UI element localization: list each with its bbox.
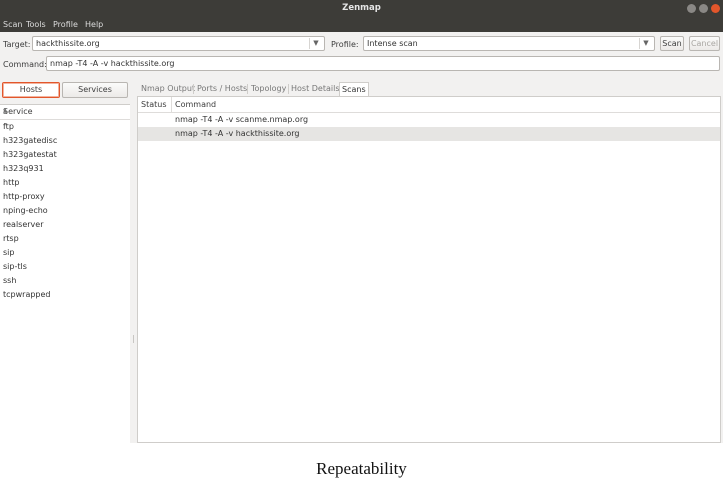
service-item-h323gatestat[interactable]: h323gatestat [0, 148, 130, 162]
target-value: hackthissite.org [36, 39, 100, 48]
tab-nmap-output[interactable]: Nmap Output [139, 82, 197, 96]
scan-button[interactable]: Scan [660, 36, 684, 51]
results-panel: Nmap Output Ports / Hosts Topology Host … [137, 80, 723, 443]
scan-command: nmap -T4 -A -v hackthissite.org [175, 129, 300, 138]
scan-row-selected[interactable]: nmap -T4 -A -v hackthissite.org [138, 127, 720, 141]
tab-host-details[interactable]: Host Details [289, 82, 342, 96]
menu-bar: Scan Tools Profile Help [0, 18, 723, 32]
service-list: Service ▲ ftp h323gatedisc h323gatestat h32… [0, 104, 130, 443]
status-column-header[interactable]: Status [141, 100, 167, 109]
hosts-button[interactable]: Hosts [2, 82, 60, 98]
maximize-icon[interactable] [699, 4, 708, 13]
scan-row[interactable]: nmap -T4 -A -v scanme.nmap.org [138, 113, 720, 127]
chevron-down-icon[interactable]: ▼ [639, 38, 652, 49]
tab-bar: Nmap Output Ports / Hosts Topology Host … [137, 80, 723, 96]
service-item-tcpwrapped[interactable]: tcpwrapped [0, 288, 130, 302]
tab-scans[interactable]: Scans [339, 82, 369, 96]
figure-caption: Repeatability [316, 459, 407, 478]
menu-tools[interactable]: Tools [26, 20, 46, 29]
service-item-ftp[interactable]: ftp [0, 120, 130, 134]
profile-label: Profile: [331, 40, 359, 49]
menu-scan[interactable]: Scan [3, 20, 22, 29]
service-item-rtsp[interactable]: rtsp [0, 232, 130, 246]
tab-ports-hosts[interactable]: Ports / Hosts [195, 82, 249, 96]
target-label: Target: [3, 40, 31, 49]
splitter-grip [133, 335, 134, 343]
tab-topology[interactable]: Topology [249, 82, 288, 96]
service-item-http-proxy[interactable]: http-proxy [0, 190, 130, 204]
service-column-header[interactable]: Service ▲ [0, 105, 130, 120]
command-value: nmap -T4 -A -v hackthissite.org [50, 59, 175, 68]
service-item-realserver[interactable]: realserver [0, 218, 130, 232]
cancel-button[interactable]: Cancel [689, 36, 720, 51]
services-button[interactable]: Services [62, 82, 128, 98]
scans-table-header: Status Command [138, 97, 720, 113]
sort-up-icon: ▲ [3, 107, 8, 114]
service-item-sip[interactable]: sip [0, 246, 130, 260]
command-field[interactable]: nmap -T4 -A -v hackthissite.org [46, 56, 720, 71]
window-title: Zenmap [342, 3, 381, 13]
menu-profile[interactable]: Profile [53, 20, 78, 29]
menu-help[interactable]: Help [85, 20, 103, 29]
zenmap-window: Zenmap Scan Tools Profile Help Target: h… [0, 0, 723, 443]
close-icon[interactable] [711, 4, 720, 13]
command-label: Command: [3, 60, 47, 69]
service-item-nping-echo[interactable]: nping-echo [0, 204, 130, 218]
target-combo[interactable]: hackthissite.org ▼ [32, 36, 325, 51]
service-item-h323q931[interactable]: h323q931 [0, 162, 130, 176]
window-controls [687, 4, 720, 13]
scans-table: Status Command nmap -T4 -A -v scanme.nma… [137, 96, 721, 443]
tab-separator [193, 84, 194, 94]
tab-separator [247, 84, 248, 94]
command-column-header[interactable]: Command [175, 100, 216, 109]
scan-command: nmap -T4 -A -v scanme.nmap.org [175, 115, 309, 124]
minimize-icon[interactable] [687, 4, 696, 13]
title-bar: Zenmap [0, 0, 723, 18]
column-separator [171, 97, 172, 112]
profile-combo[interactable]: Intense scan ▼ [363, 36, 655, 51]
chevron-down-icon[interactable]: ▼ [309, 38, 322, 49]
service-item-h323gatedisc[interactable]: h323gatedisc [0, 134, 130, 148]
service-item-sip-tls[interactable]: sip-tls [0, 260, 130, 274]
service-item-http[interactable]: http [0, 176, 130, 190]
profile-value: Intense scan [367, 39, 418, 48]
hosts-services-panel: Hosts Services Service ▲ ftp h323gatedisc… [0, 80, 130, 443]
service-item-ssh[interactable]: ssh [0, 274, 130, 288]
